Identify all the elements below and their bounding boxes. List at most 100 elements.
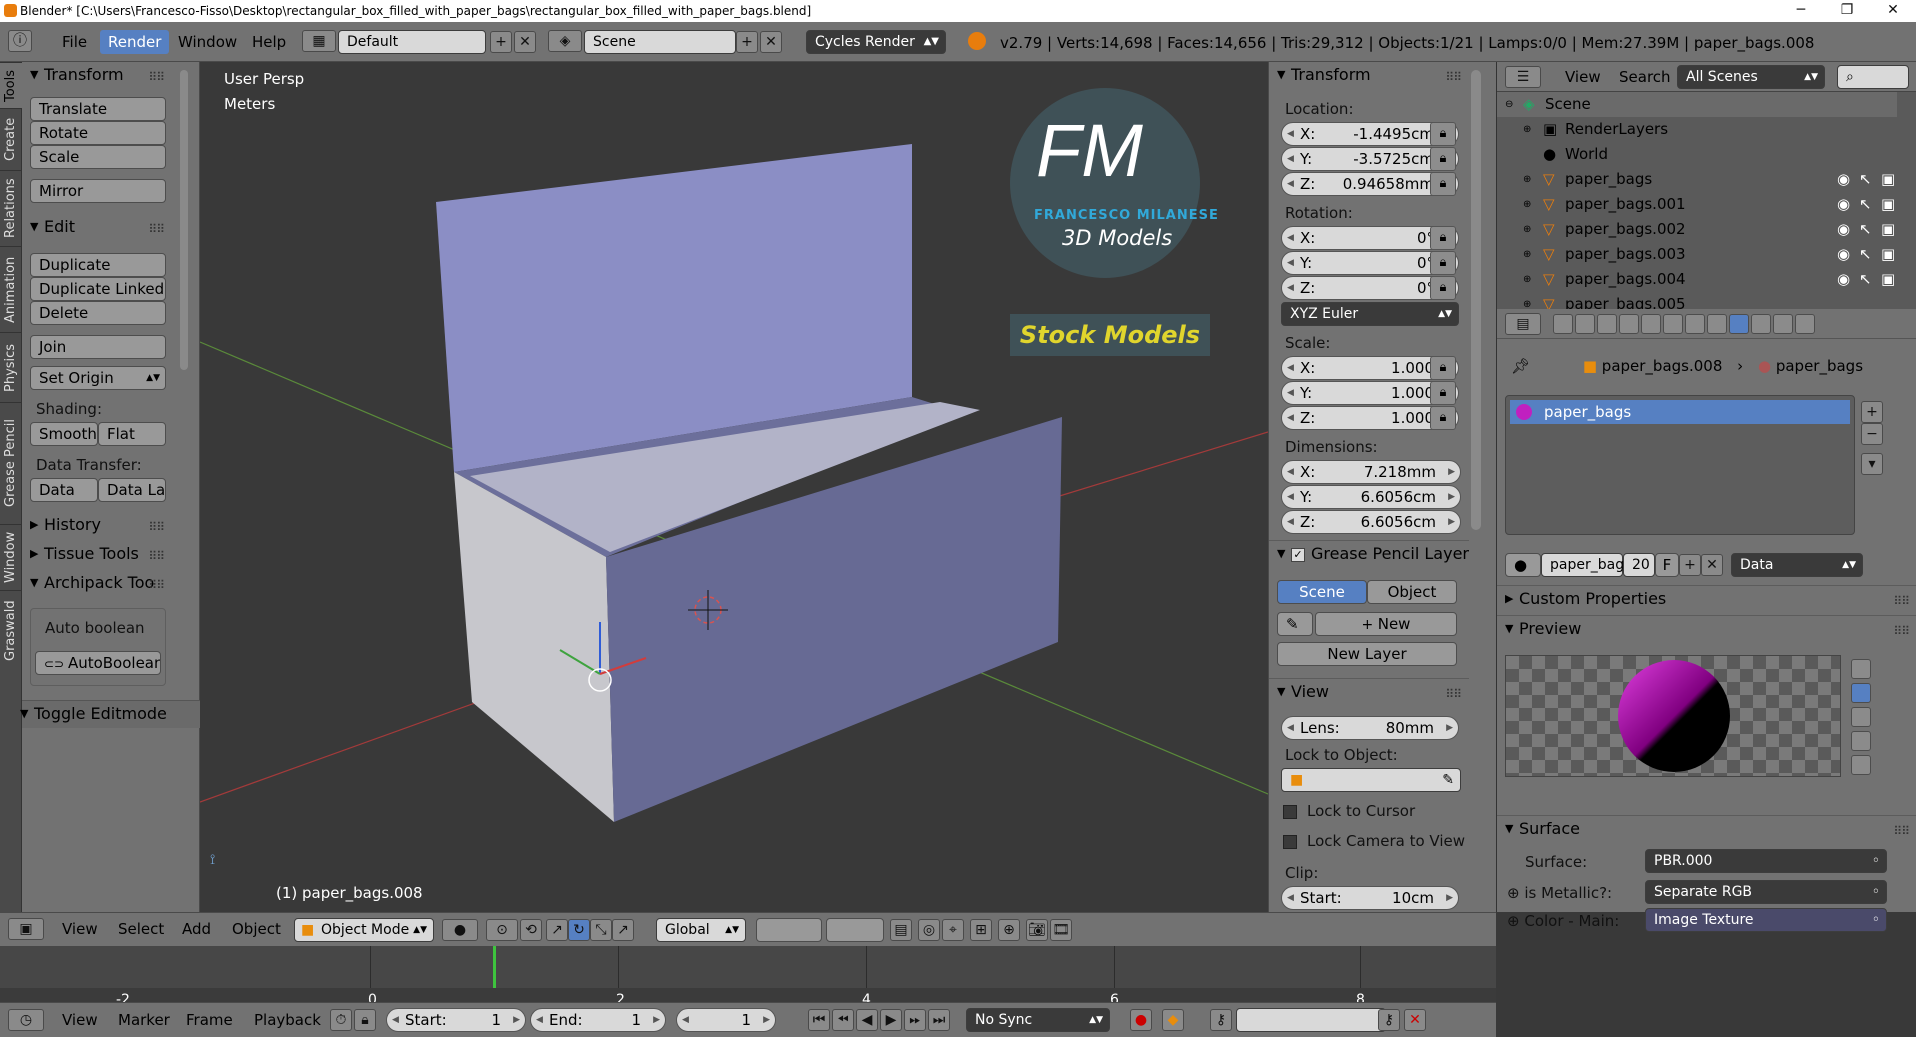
jump-prev-key-icon[interactable]: ⏪︎ (832, 1009, 854, 1031)
material-slot-item[interactable]: paper_bags (1510, 400, 1850, 424)
current-frame-field[interactable]: ◀ 1 ▶ (676, 1008, 776, 1032)
delete-keyframe-icon[interactable]: ✕ (1404, 1009, 1426, 1031)
timeline-view-menu[interactable]: View (54, 1008, 106, 1032)
marker-menu[interactable]: Marker (110, 1008, 178, 1032)
keying-set-select-icon[interactable]: ⚷ (1210, 1009, 1232, 1031)
cursor-icon[interactable]: ↖ (1859, 167, 1872, 192)
layer-grid-1[interactable] (756, 918, 822, 942)
object-menu[interactable]: Object (224, 917, 289, 941)
camera-icon[interactable]: ▣ (1881, 192, 1895, 217)
sync-mode-select[interactable]: No Sync ▲▼ (966, 1008, 1110, 1032)
keying-set-icon[interactable]: ◆ (1162, 1009, 1184, 1031)
operator-panel[interactable]: ▼ Toggle Editmode (20, 700, 200, 728)
lock-camera-option[interactable]: Lock Camera to View (1283, 832, 1465, 850)
drag-handle-icon[interactable]: ⠿⠿ (1445, 64, 1462, 90)
data-transfer-button[interactable]: Data (30, 478, 98, 502)
join-button[interactable]: Join (30, 335, 166, 359)
snap-element-icon[interactable]: ⊞ (970, 919, 992, 941)
checkbox-checked-icon[interactable]: ✓ (1291, 547, 1305, 562)
outliner-row-paper-bags[interactable]: ⊕ ▽ paper_bags ◉ ↖ ▣ (1497, 167, 1897, 192)
texture-tab-icon[interactable] (1751, 314, 1771, 334)
screen-layout-field[interactable]: Default (338, 30, 486, 54)
toggle-editmode-header[interactable]: ▼ Toggle Editmode (12, 701, 182, 727)
manipulator-orientation-icon[interactable]: ↗ (612, 919, 634, 941)
drag-handle-icon[interactable]: ⠿⠿ (148, 514, 165, 540)
checkbox-unchecked-icon[interactable] (1283, 834, 1297, 849)
flat-shading-button[interactable]: Flat (98, 422, 166, 446)
viewport-shading-icon[interactable]: ● (442, 919, 478, 941)
delete-button[interactable]: Delete (30, 301, 166, 325)
expand-icon[interactable]: ⊕ (1523, 267, 1531, 292)
outliner-row-paper-bags-003[interactable]: ⊕ ▽ paper_bags.003 ◉ ↖ ▣ (1497, 242, 1897, 267)
outliner-menu-search[interactable]: Search (1611, 65, 1679, 89)
scene-icon[interactable]: ◈ (548, 30, 582, 52)
expand-icon[interactable]: ⊕ (1523, 242, 1531, 267)
render-tab-icon[interactable] (1553, 314, 1573, 334)
eye-icon[interactable]: ◉ (1837, 167, 1850, 192)
scale-button[interactable]: Scale (30, 145, 166, 169)
data-tab-icon[interactable] (1707, 314, 1727, 334)
gp-object-toggle[interactable]: Object (1367, 580, 1457, 604)
expand-icon[interactable]: ⊕ (1523, 117, 1531, 142)
frame-menu[interactable]: Frame (178, 1008, 241, 1032)
delete-screen-icon[interactable]: ✕ (514, 31, 536, 53)
scale-manipulator-icon[interactable]: ⤡ (590, 919, 612, 941)
material-name-field[interactable]: paper_bags (1541, 553, 1631, 577)
tab-relations[interactable]: Relations (0, 170, 22, 246)
opengl-render-icon[interactable]: 📷︎ (1026, 919, 1048, 941)
remove-slot-icon[interactable]: − (1861, 423, 1883, 445)
preview-range-icon[interactable]: ⏱︎ (330, 1009, 352, 1031)
3d-viewport[interactable]: User Persp Meters FM FRANCESCO MILANESE … (200, 62, 1268, 912)
preview-hair-icon[interactable] (1851, 755, 1871, 775)
surface-header[interactable]: ▼ Surface ⠿⠿ (1497, 815, 1916, 841)
dimensions-y-field[interactable]: ◀ Y: 6.6056cm ▶ (1281, 485, 1461, 509)
lens-field[interactable]: ◀ Lens: 80mm ▶ (1281, 716, 1459, 740)
layer-grid-2[interactable] (826, 918, 884, 942)
lock-location-y-icon[interactable]: 🔒︎ (1430, 147, 1456, 171)
end-frame-field[interactable]: ◀ End: 1 ▶ (530, 1008, 666, 1032)
drag-handle-icon[interactable]: ⠿⠿ (148, 543, 165, 569)
expand-icon[interactable]: ⊕ (1523, 292, 1531, 309)
fake-user-toggle[interactable]: F (1655, 553, 1679, 577)
scene-tab-icon[interactable] (1597, 314, 1617, 334)
lock-to-cursor-option[interactable]: Lock to Cursor (1283, 802, 1415, 820)
edit-panel-header[interactable]: ▼ Edit ⠿⠿ (22, 214, 172, 240)
outliner-row-renderlayers[interactable]: ⊕ ▣ RenderLayers (1497, 117, 1897, 142)
preview-cube-icon[interactable] (1851, 707, 1871, 727)
autoboolean-button[interactable]: ⊂⊃ AutoBoolean (35, 651, 161, 675)
opengl-anim-icon[interactable]: 🎞︎ (1050, 919, 1072, 941)
rotation-mode-select[interactable]: XYZ Euler ▲▼ (1281, 302, 1459, 326)
expand-icon[interactable]: ⊕ (1523, 167, 1531, 192)
constraints-tab-icon[interactable] (1663, 314, 1683, 334)
render-engine-select[interactable]: Cycles Render ▲▼ (806, 30, 946, 54)
physics-tab-icon[interactable] (1795, 314, 1815, 334)
outliner-row-world[interactable]: ● World (1497, 142, 1897, 167)
lock-location-x-icon[interactable]: 🔒︎ (1430, 122, 1456, 146)
preview-sphere-icon[interactable] (1851, 683, 1871, 703)
minimize-button[interactable]: ─ (1778, 0, 1824, 22)
drag-handle-icon[interactable]: ⠿⠿ (1893, 618, 1910, 644)
drag-handle-icon[interactable]: ⠿⠿ (1445, 681, 1462, 707)
history-panel-header[interactable]: ▶ History ⠿⠿ (22, 512, 172, 538)
modifiers-tab-icon[interactable] (1685, 314, 1705, 334)
mirror-button[interactable]: Mirror (30, 179, 166, 203)
particles-tab-icon[interactable] (1773, 314, 1793, 334)
outliner-row-scene[interactable]: ⊖ ◈ Scene (1497, 92, 1897, 117)
cursor-icon[interactable]: ↖ (1859, 267, 1872, 292)
outliner-menu-view[interactable]: View (1557, 65, 1609, 89)
n-panel-scrollbar[interactable] (1471, 70, 1481, 530)
timeline-editor-icon[interactable]: ◷ (8, 1009, 44, 1031)
current-frame-indicator[interactable] (493, 946, 496, 988)
expand-input-icon[interactable]: ⊕ (1507, 884, 1524, 902)
custom-properties-header[interactable]: ▶ Custom Properties ⠿⠿ (1497, 585, 1916, 611)
screen-layout-icon[interactable]: ▦ (302, 30, 336, 52)
cursor-icon[interactable]: ↖ (1859, 217, 1872, 242)
tab-grease-pencil[interactable]: Grease Pencil (0, 402, 22, 524)
view-panel-header[interactable]: ▼ View ⠿⠿ (1269, 678, 1469, 704)
close-button[interactable]: ✕ (1870, 0, 1916, 22)
metallic-input-select[interactable]: Separate RGB ◦ (1645, 880, 1887, 904)
rotate-button[interactable]: Rotate (30, 121, 166, 145)
translate-manipulator-icon[interactable]: ↗ (546, 919, 568, 941)
expand-icon[interactable]: ⊕ (1523, 192, 1531, 217)
lock-scale-y-icon[interactable]: 🔒︎ (1430, 381, 1456, 405)
